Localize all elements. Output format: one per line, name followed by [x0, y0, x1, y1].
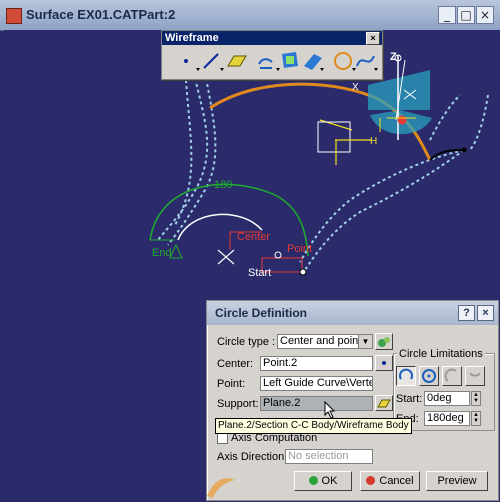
circle-type-select[interactable]: Center and point ▼: [277, 334, 373, 349]
right-guide-curve-2: [304, 149, 465, 271]
trimmed-circle-button[interactable]: [442, 366, 462, 386]
help-button[interactable]: ?: [458, 305, 475, 321]
end-angle-field[interactable]: 180deg: [424, 411, 470, 426]
start-angle-label: Start:: [396, 393, 423, 405]
cancel-button[interactable]: Cancel: [360, 471, 420, 491]
circle-type-value: Center and point: [280, 335, 362, 347]
compass-center-point: [397, 115, 407, 125]
dialog-title: Circle Definition: [215, 306, 308, 320]
support-field[interactable]: Plane.2: [260, 396, 373, 411]
axis-z-label: Z: [390, 51, 397, 63]
options-icon: [378, 337, 390, 347]
preview-button[interactable]: Preview: [426, 471, 488, 491]
minimize-button[interactable]: _: [438, 6, 456, 24]
start-angle-spinner[interactable]: ▲ ▼: [471, 391, 481, 406]
point-field[interactable]: Left Guide Curve\Verte: [260, 376, 373, 391]
whole-circle-button[interactable]: [419, 366, 439, 386]
toolbar-title-bar[interactable]: Wireframe ×: [162, 31, 382, 45]
support-tooltip: Plane.2/Section C-C Body/Wireframe Body: [215, 418, 412, 434]
mouse-cursor-icon: [324, 401, 336, 419]
axis-direction-label: Axis Direction:: [217, 451, 288, 463]
complementary-circle-button[interactable]: [465, 366, 485, 386]
center-selector-button[interactable]: [375, 355, 393, 371]
trimmed-circle-icon: [444, 368, 457, 382]
axis-x-label: X: [352, 82, 359, 93]
ok-icon: [308, 476, 318, 485]
cancel-label: Cancel: [379, 475, 414, 487]
circle-type-option-button[interactable]: [375, 333, 393, 350]
ok-button[interactable]: OK: [294, 471, 352, 491]
whole-circle-icon: [422, 369, 436, 383]
wireframe-toolbar: Wireframe ×: [161, 30, 383, 80]
part-circle-button[interactable]: [396, 366, 416, 386]
toolbar-close-button[interactable]: ×: [366, 32, 380, 45]
right-guide-curve: [299, 149, 465, 263]
end-label: End: [152, 247, 172, 259]
catia-part-icon: [6, 8, 22, 24]
window-title-bar: Surface EX01.CATPart:2 _ □ ×: [0, 0, 500, 31]
maximize-button[interactable]: □: [457, 6, 475, 24]
end-angle-spinner[interactable]: ▲ ▼: [471, 411, 481, 426]
dialog-title-bar[interactable]: Circle Definition ? ×: [207, 301, 498, 325]
cancel-icon: [366, 476, 376, 485]
center-label: Center: [237, 231, 270, 243]
support-selector-button[interactable]: [375, 395, 393, 411]
ok-label: OK: [321, 475, 338, 487]
chevron-down-icon[interactable]: ▼: [358, 335, 372, 348]
left-guide-curve-3: [174, 79, 193, 226]
part-circle-icon: [399, 368, 413, 380]
window-title: Surface EX01.CATPart:2: [26, 7, 176, 22]
catia-logo-swirl: [207, 478, 235, 498]
arc-angle-label: 180: [214, 179, 232, 191]
axis-direction-field[interactable]: No selection: [285, 449, 373, 464]
circle-limitations-title: Circle Limitations: [397, 348, 485, 360]
start-angle-field[interactable]: 0deg: [424, 391, 470, 406]
circle-type-label: Circle type :: [217, 336, 276, 348]
point-label: Point: [287, 243, 312, 255]
spline-icon[interactable]: [354, 48, 380, 74]
center-field-label: Center:: [217, 358, 254, 370]
plane-icon: [377, 399, 391, 408]
upper-guide-curve: [429, 94, 461, 141]
center-field[interactable]: Point.2: [260, 356, 373, 371]
axis-h-label: H: [370, 136, 377, 147]
dialog-close-button[interactable]: ×: [477, 305, 494, 321]
left-guide-curve: [157, 77, 209, 241]
toolbar-title: Wireframe: [165, 32, 219, 44]
line-icon[interactable]: [200, 48, 226, 74]
axis-computation-checkbox[interactable]: [217, 433, 228, 444]
support-field-label: Support:: [217, 398, 259, 410]
start-point-marker: [299, 268, 307, 276]
point-icon: [382, 361, 386, 365]
start-label: Start: [248, 267, 271, 279]
center-point-marker: [217, 249, 235, 265]
complementary-circle-icon: [469, 372, 481, 377]
reflect-line-icon[interactable]: [300, 48, 326, 74]
upper-guide-curve-2: [469, 94, 489, 151]
point-field-label: Point:: [217, 378, 246, 390]
plane-icon[interactable]: [224, 48, 250, 74]
spline-end-point: [461, 147, 467, 153]
point-icon[interactable]: [176, 48, 202, 74]
close-button[interactable]: ×: [476, 6, 494, 24]
